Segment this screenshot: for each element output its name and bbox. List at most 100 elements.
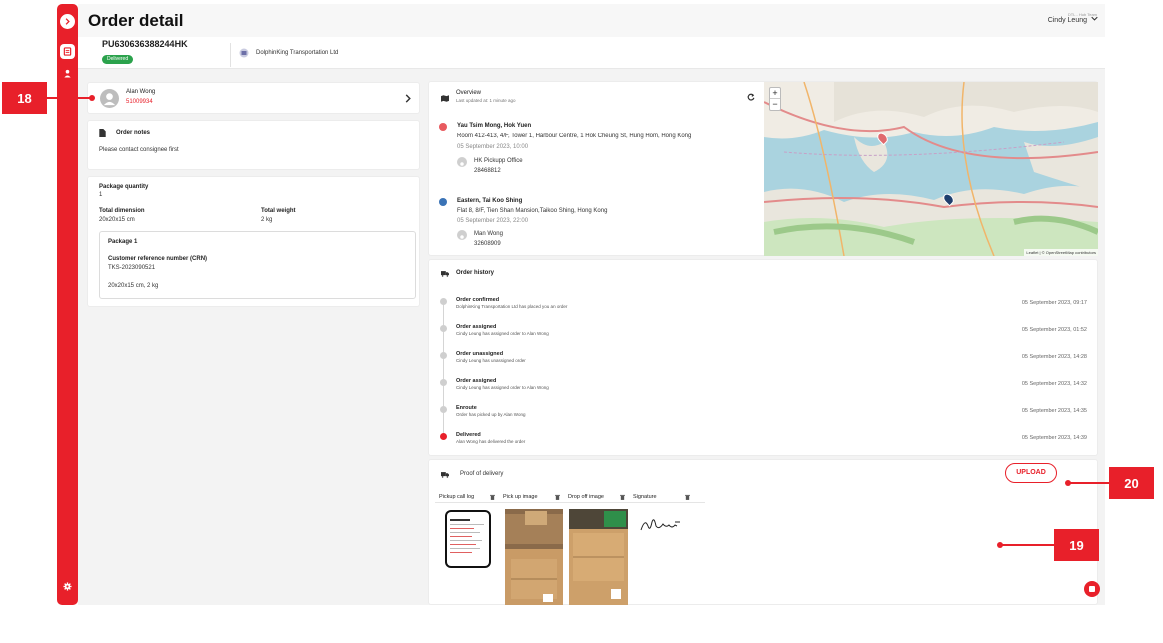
event-desc: Order has picked up by Alan Wong [456,412,526,417]
person-icon [459,162,465,169]
note-icon [99,129,106,137]
proof-of-delivery-card: Proof of delivery UPLOAD Pickup call log… [428,459,1098,605]
package-quantity-value: 1 [99,192,103,198]
pickup-address: Room 412-413, 4/F, Tower 1, Harbour Cent… [457,133,692,139]
package-card: Package quantity 1 Total dimension 20x20… [87,176,420,307]
annotation-20-dot [1065,480,1071,486]
dropoff-marker-icon [439,198,447,206]
user-name: Cindy Leung [1047,17,1087,24]
avatar [100,89,119,108]
annotation-19-line [1000,544,1054,546]
refresh-icon[interactable] [747,93,755,101]
total-dimension-label: Total dimension [99,208,145,214]
crn-label: Customer reference number (CRN) [108,256,208,262]
trash-icon[interactable] [685,494,690,500]
pickup-contact-avatar [457,157,467,169]
total-dimension-value: 20x20x15 cm [99,217,135,223]
event-desc: DolphinKing Transportation Ltd has place… [456,304,568,309]
person-icon [459,235,465,242]
person-icon [64,69,71,78]
package-quantity-label: Package quantity [99,184,149,190]
screenshot-stage: Order detail DTL - Hub Team Cindy Leung … [0,0,1163,643]
package-detail: 20x20x15 cm, 2 kg [108,283,159,289]
annotation-18-dot [89,95,95,101]
dropoff-contact-avatar [457,230,467,242]
annotation-20: 20 [1109,467,1154,499]
top-bar: Order detail DTL - Hub Team Cindy Leung [78,4,1105,37]
trash-icon[interactable] [490,494,495,500]
annotation-18: 18 [2,82,47,114]
pickup-marker-icon [439,123,447,131]
event-desc: Cindy Leung has unassigned order [456,358,526,363]
chevron-right-icon [65,18,70,25]
nav-settings-button[interactable] [60,579,75,594]
drop-off-image[interactable] [569,509,628,605]
pickup-area: Yau Tsim Mong, Hok Yuen [457,123,532,129]
line [450,536,472,537]
driver-phone[interactable]: 51009934 [126,99,153,105]
map-attribution[interactable]: Leaflet | © OpenStreetMap contributors [1024,249,1098,256]
nav-orders-button[interactable] [60,44,75,59]
pickup-contact-phone: 28468812 [474,168,501,174]
event-time: 05 September 2023, 14:35 [1021,408,1087,414]
dropoff-contact-name: Man Wong [474,231,503,237]
pickup-time: 05 September 2023, 10:00 [457,144,529,150]
expand-sidebar-button[interactable] [60,14,75,29]
total-weight-value: 2 kg [261,217,273,223]
event-desc: Cindy Leung has assigned order to Alan W… [456,385,549,390]
gear-icon [63,582,72,591]
nav-drivers-button[interactable] [60,66,75,81]
signature-image[interactable] [639,514,683,534]
upload-button[interactable]: UPLOAD [1005,463,1057,483]
event-desc: Cindy Leung has assigned order to Alan W… [456,331,549,336]
line [450,532,480,533]
event-desc: Alan Wong has delivered the order [456,439,526,444]
driver-card[interactable]: Alan Wong 51009934 [87,82,420,114]
map-icon [441,95,449,102]
sidebar [57,4,78,605]
chat-icon [1089,586,1095,592]
truck-icon [441,271,449,277]
phone-screen [447,512,489,566]
order-notes-text: Please contact consignee first [99,147,179,153]
package-title: Package 1 [108,239,138,245]
timeline-dot [440,298,447,305]
map-tiles [764,82,1098,256]
line [450,528,474,529]
total-weight-label: Total weight [261,208,296,214]
annotation-20-line [1068,482,1109,484]
trash-icon[interactable] [620,494,625,500]
order-notes-card: Order notes Please contact consignee fir… [87,120,420,170]
map-zoom-control: + − [769,87,781,111]
map[interactable]: + − Leaflet | © OpenStreetMap contributo… [764,82,1098,256]
dropoff-address: Flat 8, 8/F, Tien Shan Mansion,Taikoo Sh… [457,208,608,214]
status-badge: Delivered [102,55,134,64]
pickup-photo [505,509,563,605]
chat-button[interactable] [1084,581,1100,597]
line [450,540,482,541]
overview-title: Overview [456,90,482,96]
pick-up-image[interactable] [505,509,563,605]
crn-value: TKS-2023090521 [108,265,156,271]
zoom-out-button[interactable]: − [770,99,780,110]
line [450,519,470,521]
trash-icon[interactable] [555,494,560,500]
user-menu[interactable]: DTL - Hub Team Cindy Leung [1047,12,1098,24]
package-item: Package 1 Customer reference number (CRN… [99,231,416,299]
pickup-call-log-image[interactable] [445,510,491,568]
chevron-right-icon[interactable] [405,94,411,103]
annotation-19: 19 [1054,529,1099,561]
proof-title: Proof of delivery [460,471,504,477]
order-header: PU630636388244HK Delivered DolphinKing T… [78,37,1105,69]
zoom-in-button[interactable]: + [770,88,780,99]
column-drop-off-image: Drop off image [568,494,604,500]
dropoff-photo [569,509,628,605]
timeline-dot [440,379,447,386]
divider [435,502,705,503]
order-notes-title: Order notes [116,130,151,136]
dropoff-time: 05 September 2023, 22:00 [457,218,529,224]
driver-name: Alan Wong [126,89,156,95]
line [450,524,484,525]
company-name: DolphinKing Transportation Ltd [256,50,339,56]
column-pick-up-image: Pick up image [503,494,538,500]
